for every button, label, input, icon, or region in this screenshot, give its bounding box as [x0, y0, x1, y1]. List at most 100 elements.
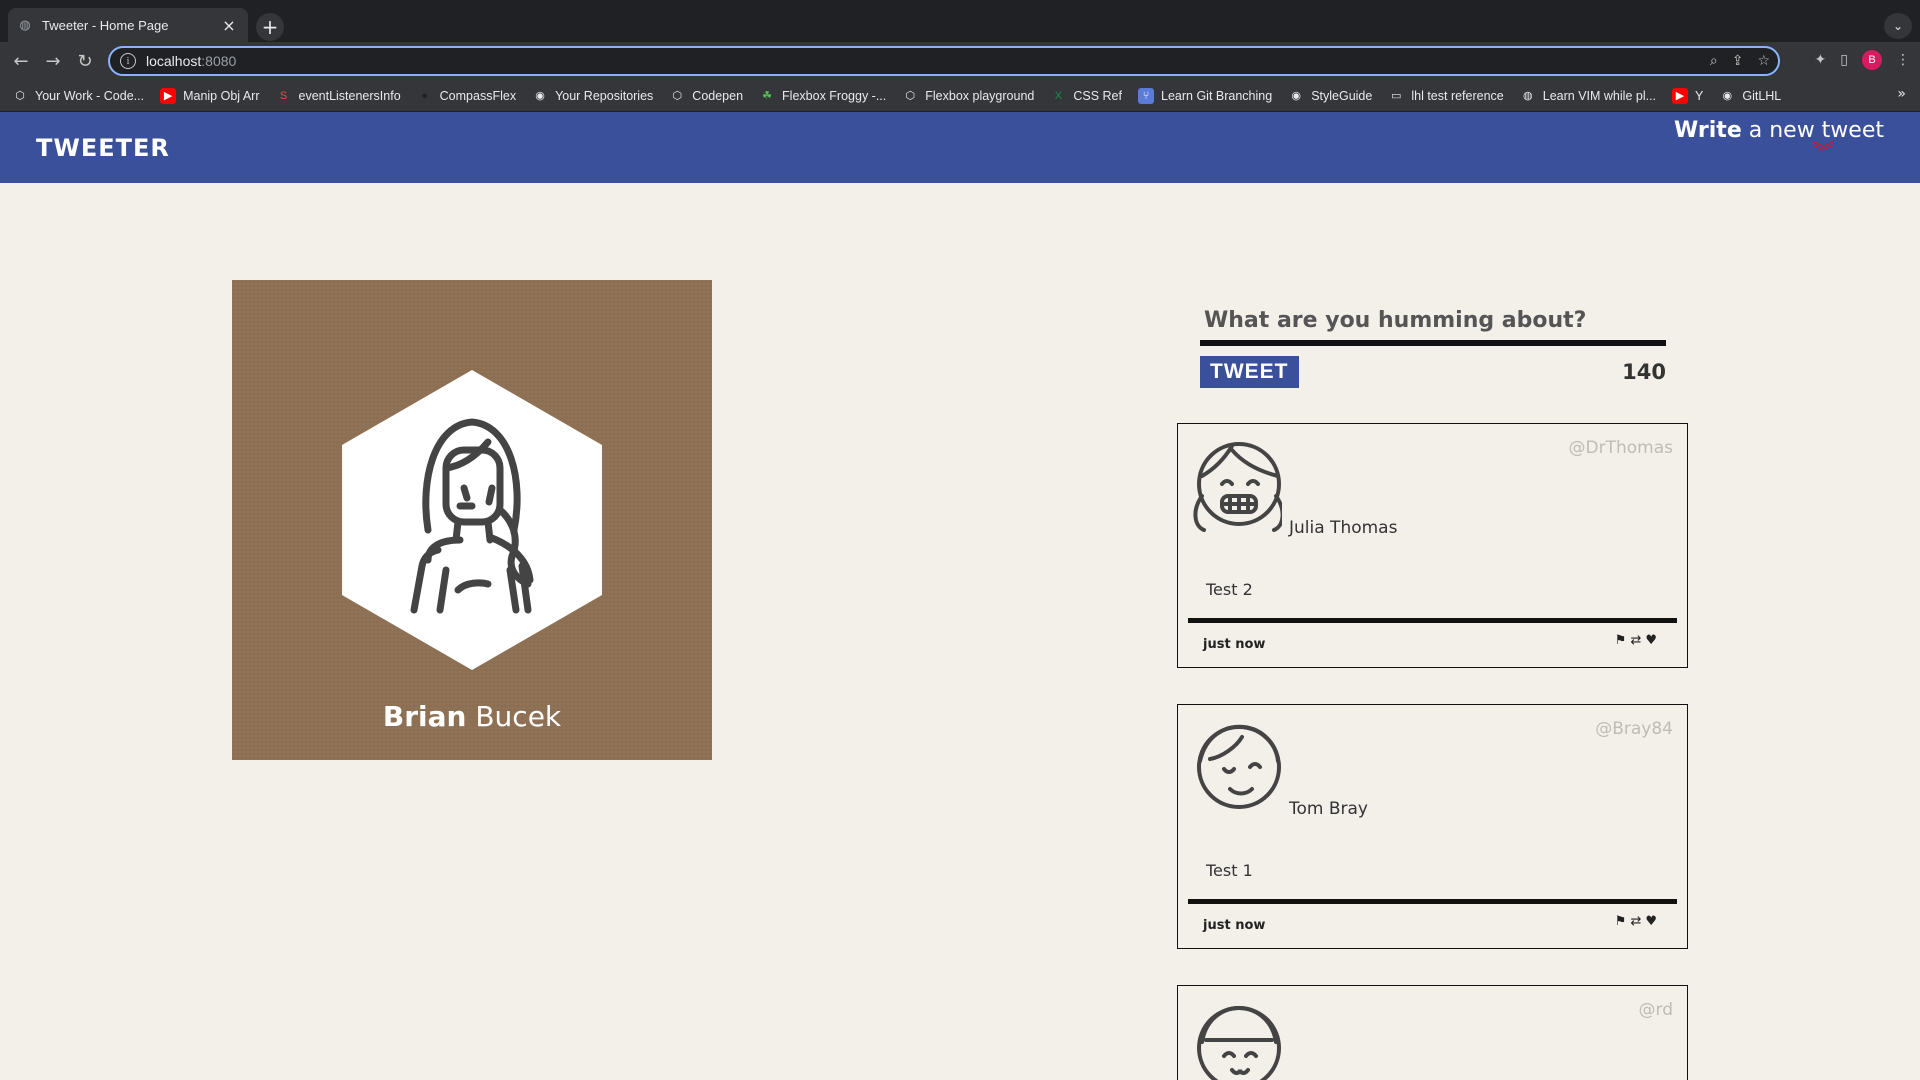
github-icon: ◉ [1722, 90, 1733, 102]
profile-card: Brian Bucek [232, 280, 712, 760]
compose-label: a new tweet [1741, 118, 1884, 143]
x-icon: X [1054, 89, 1063, 102]
char-counter: 140 [1622, 360, 1666, 384]
tweet-actions: ⚑ ⇄ ♥ [1615, 914, 1657, 929]
tweet-divider [1188, 618, 1677, 623]
tweet-actions: ⚑ ⇄ ♥ [1615, 633, 1657, 648]
bookmark-item[interactable]: ◍ Learn VIM while pl... [1520, 88, 1656, 104]
codepen-icon: ⬡ [15, 90, 25, 102]
youtube-icon: ▶ [1672, 87, 1689, 104]
bookmark-item[interactable]: ◉ GitLHL [1719, 88, 1782, 104]
github-icon: ◉ [535, 90, 545, 102]
tab-search-icon[interactable]: ⌄ [1884, 13, 1912, 39]
bookmark-item[interactable]: ⑂ Learn Git Branching [1138, 87, 1273, 104]
retweet-icon[interactable]: ⇄ [1630, 633, 1641, 648]
bookmark-label: Your Work - Code... [35, 88, 145, 103]
menu-icon[interactable]: ⋮ [1896, 52, 1910, 68]
profile-avatar[interactable]: B [1862, 50, 1882, 70]
bookmark-label: Flexbox playground [925, 88, 1035, 103]
app-nav: TWEETER Write a new tweet ︾ [0, 112, 1920, 183]
url-text: localhost:8080 [146, 53, 237, 69]
tweet-timestamp: just now [1203, 637, 1266, 652]
zoom-icon[interactable]: ⌕ [1710, 53, 1718, 69]
frog-icon: ☘ [762, 90, 772, 102]
git-icon: ⑂ [1138, 87, 1154, 104]
bookmark-label: eventListenersInfo [298, 88, 401, 103]
bookmark-label: lhl test reference [1411, 88, 1504, 103]
forward-icon[interactable]: → [40, 48, 66, 74]
compose-bold: Write [1674, 118, 1742, 143]
bookmark-item[interactable]: ◉ Your Repositories [532, 88, 653, 104]
flag-icon[interactable]: ⚑ [1615, 633, 1627, 648]
close-tab-icon[interactable]: × [220, 16, 238, 35]
back-icon[interactable]: ← [8, 48, 34, 74]
tweet-avatar [1197, 1005, 1281, 1080]
codepen-icon: ⬡ [905, 90, 916, 102]
bookmark-label: CSS Ref [1073, 88, 1122, 103]
tweet-body: Test 1 [1206, 861, 1253, 880]
tweet-handle: @rd [1638, 1000, 1673, 1020]
brand-logo[interactable]: TWEETER [36, 134, 170, 162]
bookmark-item[interactable]: ● CompassFlex [417, 88, 516, 104]
tweet-author-name: Tom Bray [1289, 799, 1368, 819]
profile-name: Brian Bucek [382, 700, 562, 733]
new-tweet-form: TWEET 140 [1200, 300, 1666, 388]
bookmark-label: CompassFlex [439, 88, 517, 103]
tweet-author-name: Julia Thomas [1289, 518, 1398, 538]
bookmark-label: Your Repositories [555, 88, 654, 103]
tweet-submit-button[interactable]: TWEET [1200, 356, 1299, 388]
tweet-avatar [1197, 724, 1281, 809]
share-icon[interactable]: ⇪ [1732, 53, 1744, 69]
circle-icon: ● [421, 89, 428, 102]
s-icon: S [279, 89, 288, 102]
github-icon: ◉ [1291, 90, 1301, 102]
tweet-card: @rd [1177, 985, 1688, 1080]
browser-tab-strip: ◍ Tweeter - Home Page × + ⌄ [0, 0, 1920, 42]
youtube-icon: ▶ [160, 87, 177, 104]
bookmarks-bar: ⬡ Your Work - Code... ▶ Manip Obj Arr Sevent… [0, 80, 1920, 112]
tweet-text-input[interactable] [1200, 300, 1666, 346]
bookmark-label: Flexbox Froggy -... [782, 88, 887, 103]
side-panel-icon[interactable]: ▯ [1840, 52, 1848, 68]
codepen-icon: ⬡ [672, 90, 683, 102]
bookmark-label: Codepen [692, 88, 744, 103]
tweet-card: @Bray84 Tom Bray Test 1 just now ⚑ ⇄ ♥ [1177, 704, 1688, 949]
compose-toggle[interactable]: Write a new tweet ︾ [1674, 118, 1884, 165]
heart-icon[interactable]: ♥ [1645, 914, 1657, 929]
globe-icon: ◍ [1522, 90, 1533, 102]
chevron-down-icon[interactable]: ︾ [1762, 143, 1884, 165]
globe-icon: ◍ [19, 17, 31, 33]
bookmark-item[interactable]: ▶ Y [1672, 87, 1704, 104]
bookmark-label: Y [1695, 88, 1704, 103]
flag-icon[interactable]: ⚑ [1615, 914, 1627, 929]
bookmark-star-icon[interactable]: ☆ [1757, 53, 1770, 69]
heart-icon[interactable]: ♥ [1645, 633, 1657, 648]
bookmark-item[interactable]: ▭ lhl test reference [1388, 88, 1504, 104]
bookmark-label: GitLHL [1742, 88, 1782, 103]
site-info-icon[interactable]: i [120, 53, 136, 69]
bookmark-label: Manip Obj Arr [183, 88, 260, 103]
browser-tab[interactable]: ◍ Tweeter - Home Page × [8, 8, 248, 42]
bookmark-item[interactable]: ⬡ Codepen [669, 88, 743, 104]
bookmark-label: StyleGuide [1311, 88, 1373, 103]
new-tab-button[interactable]: + [256, 13, 284, 41]
bookmark-item[interactable]: ▶ Manip Obj Arr [160, 87, 260, 104]
address-bar[interactable]: i localhost:8080 ⌕ ⇪ ☆ [108, 46, 1780, 76]
more-bookmarks-icon[interactable]: » [1897, 86, 1906, 102]
tweet-avatar [1193, 442, 1282, 532]
bookmark-item[interactable]: X CSS Ref [1050, 88, 1122, 104]
browser-toolbar: ← → ↻ i localhost:8080 ⌕ ⇪ ☆ ✦ ▯ B ⋮ [0, 42, 1920, 80]
tab-title: Tweeter - Home Page [42, 17, 169, 33]
folder-icon: ▭ [1391, 90, 1402, 102]
bookmark-item[interactable]: ☘ Flexbox Froggy -... [759, 88, 886, 104]
tweet-divider [1188, 899, 1677, 904]
extensions-icon[interactable]: ✦ [1815, 52, 1827, 68]
bookmark-label: Learn Git Branching [1161, 88, 1273, 103]
retweet-icon[interactable]: ⇄ [1630, 914, 1641, 929]
bookmark-item[interactable]: SeventListenersInfo [276, 88, 401, 104]
bookmark-item[interactable]: ⬡ Your Work - Code... [12, 88, 144, 104]
tweet-timestamp: just now [1203, 918, 1266, 933]
reload-icon[interactable]: ↻ [72, 48, 98, 74]
bookmark-item[interactable]: ◉ StyleGuide [1288, 88, 1372, 104]
bookmark-item[interactable]: ⬡ Flexbox playground [902, 88, 1034, 104]
